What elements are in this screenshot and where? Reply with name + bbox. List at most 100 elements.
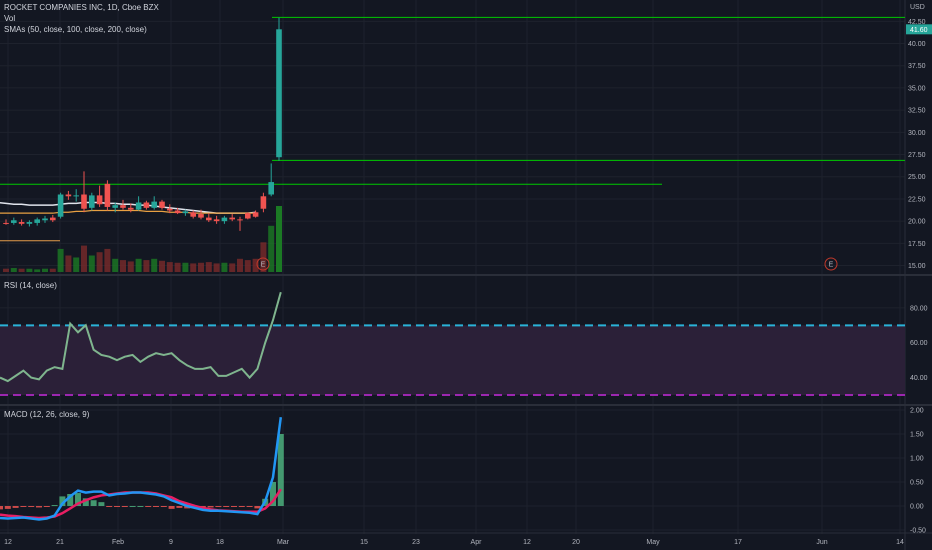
- candle-body: [104, 183, 111, 207]
- last-price-label: 41.60: [910, 27, 928, 34]
- candle-body: [151, 201, 157, 208]
- time-axis-label: 23: [412, 539, 420, 546]
- price-tick: 40.00: [908, 41, 926, 48]
- rsi-tick: 40.00: [910, 375, 928, 382]
- sma-100-line: [0, 209, 256, 214]
- macd-histogram-bar: [43, 506, 50, 507]
- time-axis-label: 14: [896, 539, 904, 546]
- symbol-title: ROCKET COMPANIES INC, 1D, Cboe BZX: [4, 3, 159, 12]
- rsi-legend: RSI (14, close): [4, 281, 57, 290]
- price-tick: 35.00: [908, 85, 926, 92]
- volume-bar: [18, 268, 25, 272]
- earnings-marker-label: E: [829, 262, 834, 269]
- macd-histogram-bar: [106, 506, 113, 507]
- time-axis-label: 18: [216, 539, 224, 546]
- volume-bar: [26, 268, 33, 272]
- candle-body: [120, 205, 126, 208]
- candle-body: [237, 219, 243, 221]
- macd-histogram-bar: [137, 506, 144, 507]
- macd-histogram-bar: [0, 506, 3, 510]
- macd-histogram-bar: [238, 506, 245, 507]
- candle-body: [174, 210, 181, 214]
- candle-body: [57, 194, 64, 217]
- volume-bar: [244, 260, 251, 272]
- volume-bar: [57, 248, 64, 272]
- volume-bar: [213, 263, 220, 272]
- volume-bar: [49, 268, 56, 272]
- macd-tick: 0.00: [910, 504, 924, 511]
- macd-histogram-bar: [51, 505, 58, 507]
- time-axis-label: May: [646, 539, 660, 546]
- sma-50-line: [0, 201, 256, 214]
- candle-body: [260, 196, 267, 209]
- candle-body: [229, 217, 235, 220]
- macd-legend: MACD (12, 26, close, 9): [4, 410, 90, 419]
- macd-histogram-bar: [121, 506, 128, 507]
- volume-bar: [112, 258, 119, 272]
- macd-histogram-bar: [246, 506, 253, 507]
- candle-body: [81, 194, 87, 209]
- macd-tick: -0.50: [910, 528, 926, 535]
- volume-bar: [221, 262, 228, 272]
- candle-body: [206, 217, 212, 221]
- sma-legend: SMAs (50, close, 100, close, 200, close): [4, 25, 147, 34]
- time-axis-label: 9: [169, 539, 173, 546]
- volume-bar: [81, 245, 87, 272]
- candle-body: [89, 195, 95, 208]
- currency-label: USD: [910, 4, 925, 11]
- volume-bar: [151, 258, 158, 272]
- volume-bar: [229, 263, 236, 272]
- macd-histogram-bar: [90, 500, 97, 506]
- earnings-marker-label: E: [261, 262, 266, 269]
- volume-bar: [237, 258, 243, 272]
- candle-body: [50, 217, 56, 221]
- time-axis-label: Apr: [471, 539, 483, 546]
- macd-histogram-bar: [223, 506, 230, 507]
- macd-tick: 1.50: [910, 432, 924, 439]
- volume-bar: [182, 262, 189, 272]
- price-tick: 37.50: [908, 63, 926, 70]
- volume-bar: [159, 260, 165, 272]
- candle-body: [198, 214, 204, 218]
- volume-bar: [65, 255, 72, 272]
- candle-body: [65, 194, 72, 197]
- candle-body: [245, 213, 251, 219]
- time-axis-label: Jun: [816, 539, 827, 546]
- time-axis-label: 12: [4, 539, 12, 546]
- macd-histogram-bar: [231, 506, 237, 507]
- time-axis-label: 17: [734, 539, 742, 546]
- candle-body: [190, 212, 196, 217]
- candle-body: [268, 182, 274, 195]
- volume-legend: Vol: [4, 14, 16, 23]
- volume-bar: [198, 262, 204, 272]
- candle-body: [128, 207, 134, 210]
- volume-bar: [143, 260, 150, 272]
- price-tick: 22.50: [908, 196, 926, 203]
- price-tick: 30.00: [908, 130, 926, 137]
- candle-body: [3, 222, 9, 224]
- macd-histogram-bar: [4, 506, 11, 509]
- candle-body: [213, 219, 220, 222]
- macd-histogram-bar: [114, 506, 120, 507]
- macd-tick: 2.00: [910, 408, 924, 415]
- candle-body: [73, 195, 79, 197]
- time-axis-label: 15: [360, 539, 368, 546]
- chart-canvas[interactable]: E E 15.00 17.50 20.00 22.50 25.00 27.50 30.00 32.…: [0, 0, 932, 550]
- candle-body: [221, 217, 228, 222]
- candle-body: [18, 222, 25, 224]
- volume-bar: [73, 257, 80, 272]
- price-tick: 17.50: [908, 241, 926, 248]
- time-axis-label: Mar: [277, 539, 290, 546]
- macd-histogram-bar: [28, 506, 35, 507]
- volume-bar: [96, 252, 103, 272]
- volume-bar: [174, 262, 181, 272]
- rsi-tick: 80.00: [910, 305, 928, 312]
- price-tick: 20.00: [908, 219, 926, 226]
- volume-bar: [42, 268, 48, 272]
- macd-histogram-bar: [254, 506, 261, 509]
- rsi-tick: 60.00: [910, 340, 928, 347]
- volume-bar: [88, 255, 95, 272]
- macd-histogram-bar: [12, 506, 19, 508]
- macd-histogram-bar: [145, 506, 152, 507]
- macd-tick: 0.50: [910, 480, 924, 487]
